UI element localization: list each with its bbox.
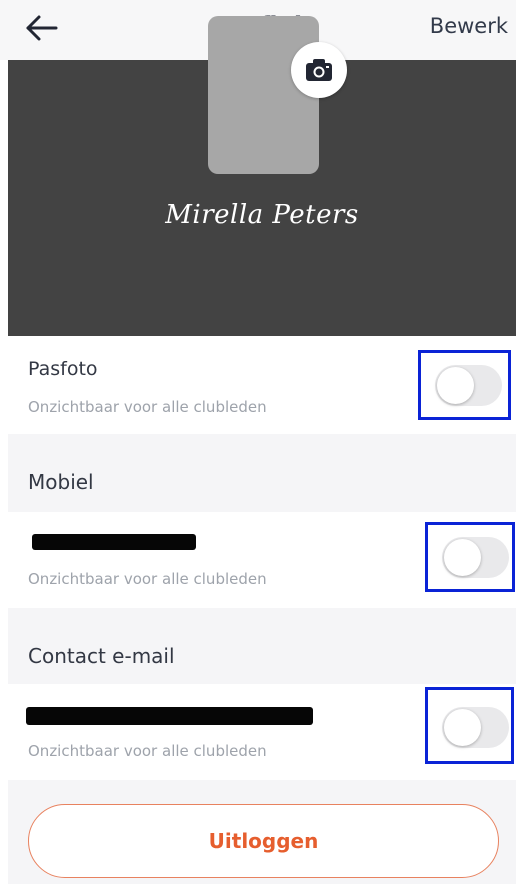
logout-button[interactable]: Uitloggen	[28, 804, 499, 878]
photo-visibility-label: Onzichtbaar voor alle clubleden	[28, 398, 267, 416]
profile-name: Mirella Peters	[165, 200, 359, 230]
camera-icon	[306, 59, 332, 81]
toggle-track	[435, 365, 502, 406]
toggle-track	[442, 537, 509, 578]
email-address-redacted	[26, 707, 313, 725]
mobile-visibility-label: Onzichtbaar voor alle clubleden	[28, 570, 267, 588]
logout-section: Uitloggen	[8, 780, 516, 884]
email-section-header: Contact e-mail	[8, 608, 516, 684]
mobile-number-redacted	[32, 534, 196, 550]
email-section-label: Contact e-mail	[28, 644, 175, 668]
photo-setting-title: Pasfoto	[28, 358, 98, 380]
toggle-track	[442, 707, 509, 748]
change-photo-button[interactable]	[291, 42, 347, 98]
edit-button[interactable]: Bewerk	[430, 14, 508, 38]
mobile-visibility-row: Onzichtbaar voor alle clubleden	[8, 512, 516, 608]
email-visibility-toggle[interactable]	[425, 687, 514, 764]
profile-photo-placeholder[interactable]	[208, 16, 319, 174]
photo-visibility-row: Pasfoto Onzichtbaar voor alle clubleden	[8, 336, 516, 434]
mobile-visibility-toggle[interactable]	[425, 522, 515, 592]
email-visibility-label: Onzichtbaar voor alle clubleden	[28, 742, 267, 760]
toggle-knob	[437, 367, 474, 404]
photo-visibility-toggle[interactable]	[418, 350, 511, 420]
email-visibility-row: Onzichtbaar voor alle clubleden	[8, 684, 516, 780]
toggle-knob	[444, 709, 481, 746]
profile-screen: Profiel Bewerk Mirella Peters Pasfoto On…	[0, 0, 516, 884]
mobile-section-header: Mobiel	[8, 434, 516, 512]
mobile-section-label: Mobiel	[28, 470, 94, 494]
toggle-knob	[444, 539, 481, 576]
